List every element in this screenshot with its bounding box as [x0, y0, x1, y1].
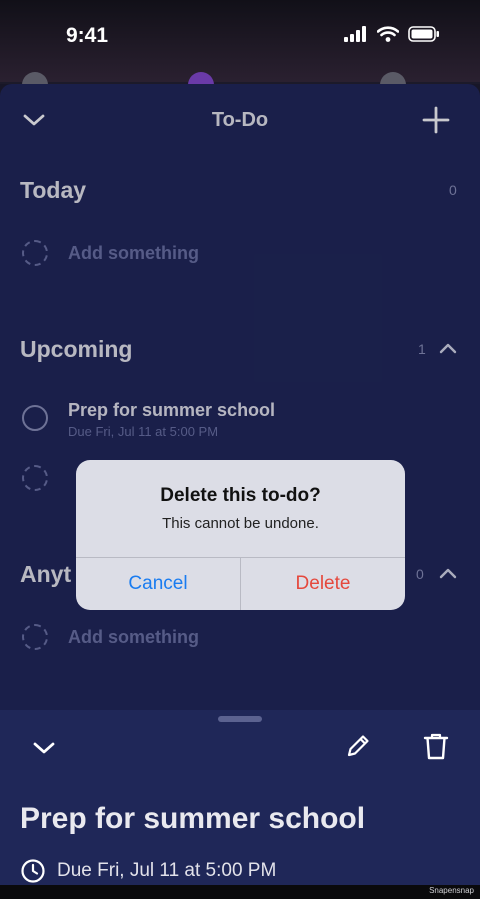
drag-handle[interactable] [218, 716, 262, 722]
watermark: Snapensnap [429, 886, 474, 895]
delete-button[interactable]: Delete [241, 557, 405, 610]
status-bar: 9:41 [0, 0, 480, 82]
close-detail-button[interactable] [28, 732, 60, 764]
dialog-message: This cannot be undone. [162, 515, 319, 532]
edit-button[interactable] [340, 728, 376, 764]
detail-due-row: Due Fri, Jul 11 at 5:00 PM [20, 858, 276, 884]
status-time: 9:41 [66, 24, 109, 47]
detail-due-text: Due Fri, Jul 11 at 5:00 PM [57, 860, 277, 881]
battery-icon [408, 26, 439, 42]
chevron-down-icon [33, 742, 55, 754]
delete-todo-button[interactable] [418, 728, 454, 764]
modal-dim-overlay [0, 84, 480, 724]
pencil-icon [347, 735, 369, 757]
signal-icon [344, 26, 366, 42]
wifi-icon [377, 26, 399, 42]
cancel-button[interactable]: Cancel [76, 557, 240, 610]
todo-detail-sheet: Prep for summer school Due Fri, Jul 11 a… [0, 710, 480, 885]
delete-confirm-dialog: Delete this to-do? This cannot be undone… [76, 460, 405, 610]
dialog-title: Delete this to-do? [160, 485, 321, 506]
bottom-strip: Snapensnap [0, 885, 480, 899]
trash-icon [423, 733, 449, 760]
detail-title: Prep for summer school [20, 802, 366, 835]
status-icons [344, 26, 440, 42]
clock-icon [21, 859, 45, 883]
